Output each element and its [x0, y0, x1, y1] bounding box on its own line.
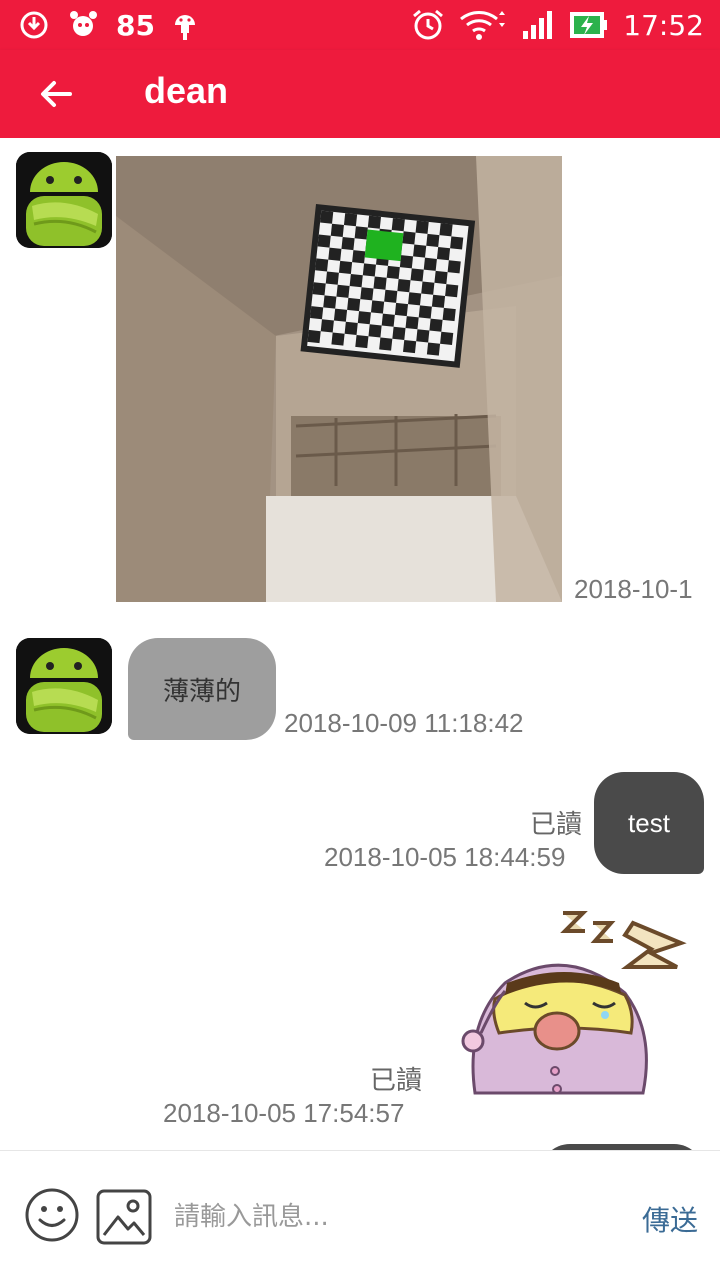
chat-title: dean — [144, 70, 229, 111]
wifi-icon — [460, 11, 506, 40]
alarm-icon — [413, 9, 444, 40]
message-input[interactable] — [172, 1191, 616, 1243]
sender-avatar[interactable] — [16, 638, 112, 734]
message-timestamp: 2018-10-05 18:44:59 — [324, 842, 566, 872]
battery-charging-icon — [570, 12, 608, 38]
image-picker-icon[interactable] — [96, 1189, 152, 1245]
read-receipt: 已讀 — [530, 810, 583, 840]
status-time: 17:52 — [623, 8, 704, 42]
send-button[interactable]: 傳送 — [642, 1199, 698, 1239]
read-receipt: 已讀 — [370, 1066, 423, 1096]
signal-icon — [523, 11, 553, 39]
status-left: 85 — [18, 8, 199, 42]
android-avatar-icon — [16, 638, 112, 734]
room-photo — [116, 156, 562, 602]
status-bar: 85 17:52 — [0, 0, 720, 50]
emoji-icon[interactable] — [24, 1187, 80, 1243]
battery-saver-level: 85 — [116, 8, 155, 42]
message-input-bar: 傳送 — [0, 1150, 720, 1281]
shared-photo[interactable] — [116, 156, 562, 602]
status-right: 17:52 — [411, 8, 704, 42]
app-bar: dean — [0, 50, 720, 138]
message-timestamp: 2018-10-1 — [574, 574, 693, 604]
chat-message-list[interactable]: 2018-10-1 薄薄的 2018-10-09 11:18:42 已讀 201… — [0, 138, 720, 1150]
sender-avatar[interactable] — [16, 152, 112, 248]
message-timestamp: 2018-10-09 11:18:42 — [284, 708, 524, 738]
incoming-message-bubble[interactable]: 薄薄的 — [128, 638, 276, 740]
download-notification-icon — [20, 11, 48, 39]
antivirus-icon — [70, 11, 97, 36]
android-avatar-icon — [16, 152, 112, 248]
android-debug-icon — [174, 15, 195, 40]
outgoing-message-bubble[interactable]: test — [594, 772, 704, 874]
back-arrow-icon[interactable] — [36, 74, 76, 114]
message-timestamp: 2018-10-05 17:54:57 — [163, 1098, 405, 1128]
sleeping-sticker[interactable] — [455, 903, 695, 1113]
